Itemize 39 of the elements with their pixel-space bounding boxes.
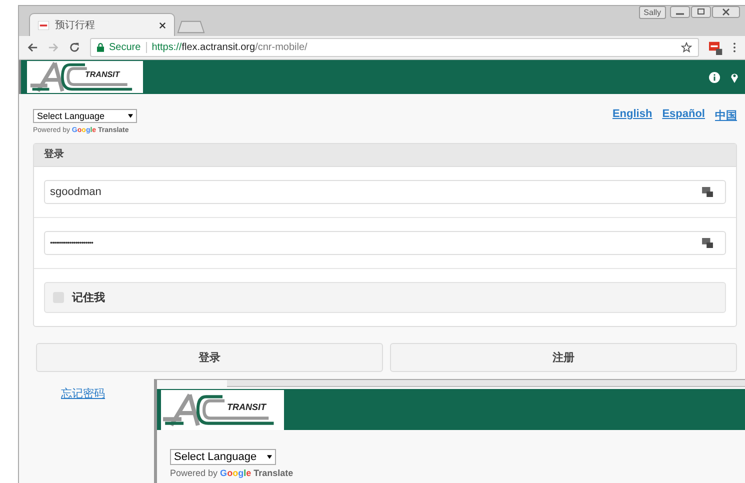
extension-icon[interactable]: [709, 40, 723, 54]
username-field[interactable]: sgoodman: [44, 180, 726, 204]
logo: TRANSIT: [161, 390, 284, 430]
secure-label: Secure: [109, 42, 141, 53]
minimize-icon[interactable]: [670, 6, 690, 18]
reload-icon[interactable]: [69, 42, 80, 53]
panel-title: 登录: [34, 144, 736, 167]
powered-by-text: Powered by: [170, 468, 218, 478]
caret-icon: [128, 114, 133, 118]
language-link[interactable]: 中国: [715, 108, 737, 134]
translate-text: Translate: [254, 468, 294, 478]
menu-icon[interactable]: [733, 42, 736, 53]
star-icon[interactable]: [681, 42, 692, 53]
keyboard-icon[interactable]: [702, 187, 713, 197]
caret-icon: [267, 455, 272, 459]
language-link[interactable]: Español: [662, 108, 705, 134]
favicon-icon: [38, 20, 49, 30]
remember-me-row[interactable]: 记住我: [44, 282, 726, 313]
language-select[interactable]: Select Language: [33, 109, 137, 123]
profile-button[interactable]: Sally: [638, 6, 666, 19]
location-pin-icon[interactable]: [729, 72, 740, 82]
logo: TRANSIT: [27, 61, 143, 93]
google-logo-text: Google: [220, 468, 252, 478]
browser-tab[interactable]: 预订行程: [29, 13, 175, 36]
back-arrow-icon[interactable]: [27, 42, 38, 53]
info-icon[interactable]: [709, 72, 720, 82]
close-icon[interactable]: [712, 6, 740, 18]
url-text: https://flex.actransit.org/cnr-mobile/: [152, 42, 308, 53]
language-select[interactable]: Select Language: [170, 449, 276, 465]
address-bar[interactable]: Secure https://flex.actransit.org/cnr-mobile/: [90, 38, 699, 57]
restore-icon[interactable]: [691, 6, 711, 18]
keyboard-icon[interactable]: [702, 238, 713, 248]
remember-me-label: 记住我: [72, 290, 105, 305]
login-button[interactable]: 登录: [36, 343, 383, 372]
language-link[interactable]: English: [612, 108, 652, 134]
register-button[interactable]: 注册: [390, 343, 737, 372]
lock-icon: [97, 43, 104, 52]
forgot-password-link[interactable]: 忘记密码: [61, 386, 105, 401]
close-icon[interactable]: [159, 22, 166, 28]
